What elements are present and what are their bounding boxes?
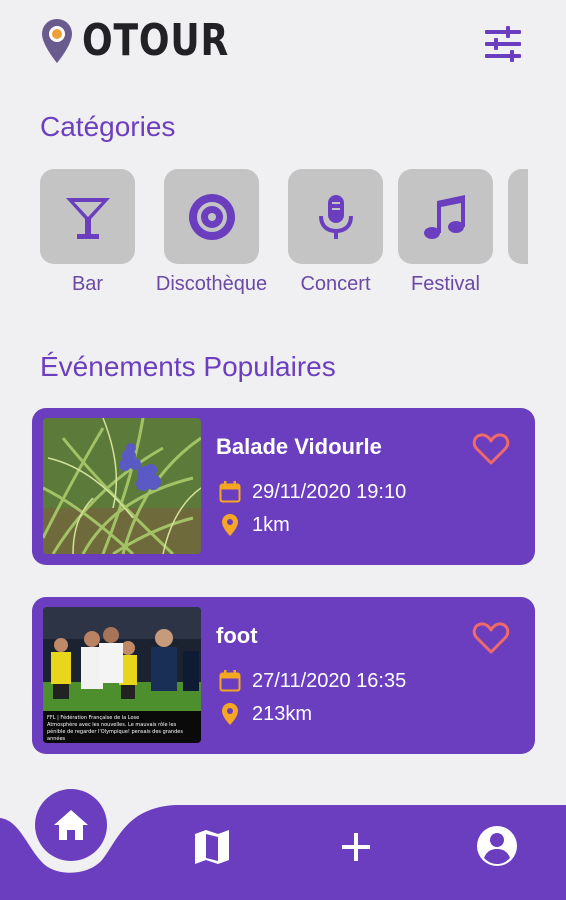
- location-pin-icon: [222, 703, 238, 725]
- event-distance: 213km: [252, 702, 313, 725]
- event-date-row: 29/11/2020 19:10: [218, 480, 406, 504]
- event-card[interactable]: FFL | Fédération Française de la Lose At…: [32, 597, 535, 754]
- category-concert[interactable]: Concert: [288, 169, 383, 295]
- category-label: Concert: [300, 273, 371, 295]
- nav-add-button[interactable]: [334, 825, 378, 869]
- flowers-photo: [43, 418, 201, 554]
- nav-map-button[interactable]: [190, 825, 234, 869]
- event-datetime: 29/11/2020 19:10: [252, 480, 407, 503]
- map-pin-icon: [42, 19, 72, 63]
- category-tile: [288, 169, 383, 264]
- event-distance: 1km: [252, 513, 290, 536]
- categories-carousel[interactable]: Bar Discothèque Concert Festival: [40, 169, 528, 304]
- photo-caption-line: FFL | Fédération Française de la Lose: [47, 714, 139, 721]
- category-festival[interactable]: Festival: [398, 169, 493, 295]
- calendar-icon: [219, 670, 241, 692]
- photo-caption-line: Atmosphère avec les nouvelles. Le mauvai…: [47, 721, 177, 728]
- category-discotheque[interactable]: Discothèque: [156, 169, 267, 295]
- cocktail-icon: [65, 197, 110, 239]
- category-tile: [40, 169, 135, 264]
- photo-caption-line: années: [47, 735, 66, 742]
- app-logo: OTOUR: [40, 16, 261, 66]
- event-datetime: 27/11/2020 16:35: [252, 669, 407, 692]
- event-card[interactable]: Balade Vidourle 29/11/2020 19:10 1km: [32, 408, 535, 565]
- popular-events-title: Événements Populaires: [40, 351, 336, 382]
- microphone-icon: [318, 194, 353, 239]
- app-title: OTOUR: [82, 15, 230, 66]
- map-icon: [195, 830, 229, 864]
- category-label: Bar: [71, 273, 104, 295]
- calendar-icon: [219, 481, 241, 503]
- plus-icon: [342, 833, 370, 861]
- location-pin-icon: [222, 514, 238, 536]
- event-distance-row: 213km: [218, 702, 312, 726]
- category-tile: [508, 169, 528, 264]
- heart-outline-icon[interactable]: [472, 621, 510, 655]
- filter-button[interactable]: [480, 24, 526, 64]
- event-title: foot: [216, 623, 258, 648]
- event-image: FFL | Fédération Française de la Lose At…: [43, 607, 201, 743]
- account-circle-icon: [477, 826, 517, 866]
- photo-caption-line: pénible de regarder l'Olympique! pensais…: [47, 728, 183, 735]
- category-tile: [164, 169, 259, 264]
- category-bar[interactable]: Bar: [40, 169, 135, 295]
- category-label: Discothèque: [155, 273, 268, 295]
- music-note-icon: [423, 194, 465, 239]
- vinyl-disc-icon: [188, 193, 235, 240]
- event-image: [43, 418, 201, 554]
- event-date-row: 27/11/2020 16:35: [218, 669, 406, 693]
- category-tile: [398, 169, 493, 264]
- football-photo: FFL | Fédération Française de la Lose At…: [43, 607, 201, 743]
- categories-title: Catégories: [40, 111, 176, 142]
- home-icon: [54, 810, 88, 840]
- category-label: Festival: [411, 273, 480, 295]
- heart-outline-icon[interactable]: [472, 432, 510, 466]
- category-more[interactable]: M: [508, 169, 528, 264]
- event-title: Balade Vidourle: [216, 434, 382, 459]
- sliders-icon: [485, 26, 521, 62]
- nav-home-button[interactable]: [35, 789, 107, 861]
- nav-account-button[interactable]: [474, 823, 520, 869]
- event-distance-row: 1km: [218, 513, 290, 537]
